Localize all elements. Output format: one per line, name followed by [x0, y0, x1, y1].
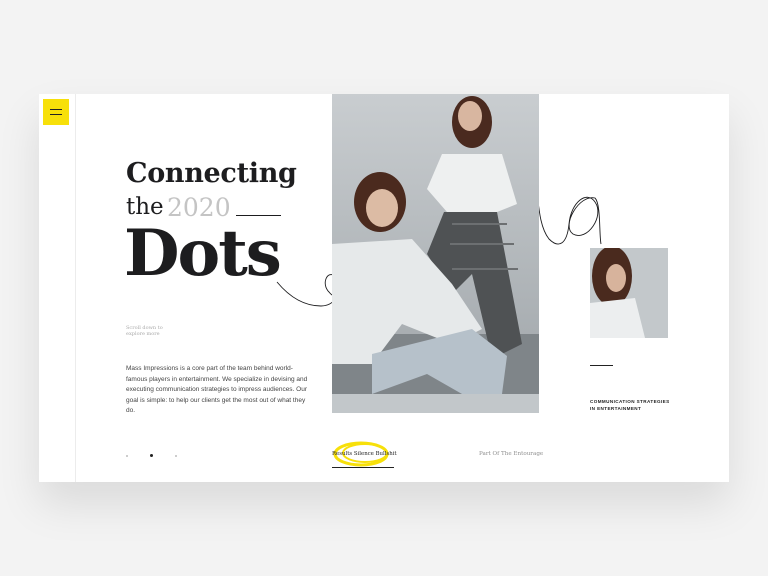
intro-paragraph: Mass Impressions is a core part of the t… [126, 365, 308, 414]
hero-title-line1: Connecting [126, 158, 297, 189]
side-rail [39, 94, 76, 482]
hamburger-icon [50, 109, 62, 110]
photo-divider [590, 365, 613, 366]
hero-photo-image [332, 94, 539, 413]
hero-title-dots: Dots [124, 216, 282, 291]
hamburger-icon-line [50, 114, 62, 115]
pager-dot-1[interactable] [126, 455, 128, 457]
secondary-photo [590, 248, 668, 338]
scroll-hint: Scroll down to explore more [126, 325, 163, 337]
results-cta-button[interactable]: Results Silence Bullshit [332, 440, 397, 468]
cta-label: Results Silence Bullshit [332, 451, 397, 457]
hero-photo [332, 94, 539, 413]
pager-dot-2-active[interactable] [150, 454, 153, 457]
hero-card: Connecting the 2020 Dots Scroll down to … [39, 94, 729, 482]
cta-underline [332, 467, 394, 468]
pager-dot-3[interactable] [175, 455, 177, 457]
side-caption: COMMUNICATION STRATEGIES IN ENTERTAINMEN… [590, 399, 670, 411]
secondary-photo-image [590, 248, 668, 338]
entourage-link[interactable]: Part Of The Entourage [479, 451, 543, 457]
menu-button[interactable] [43, 99, 69, 125]
